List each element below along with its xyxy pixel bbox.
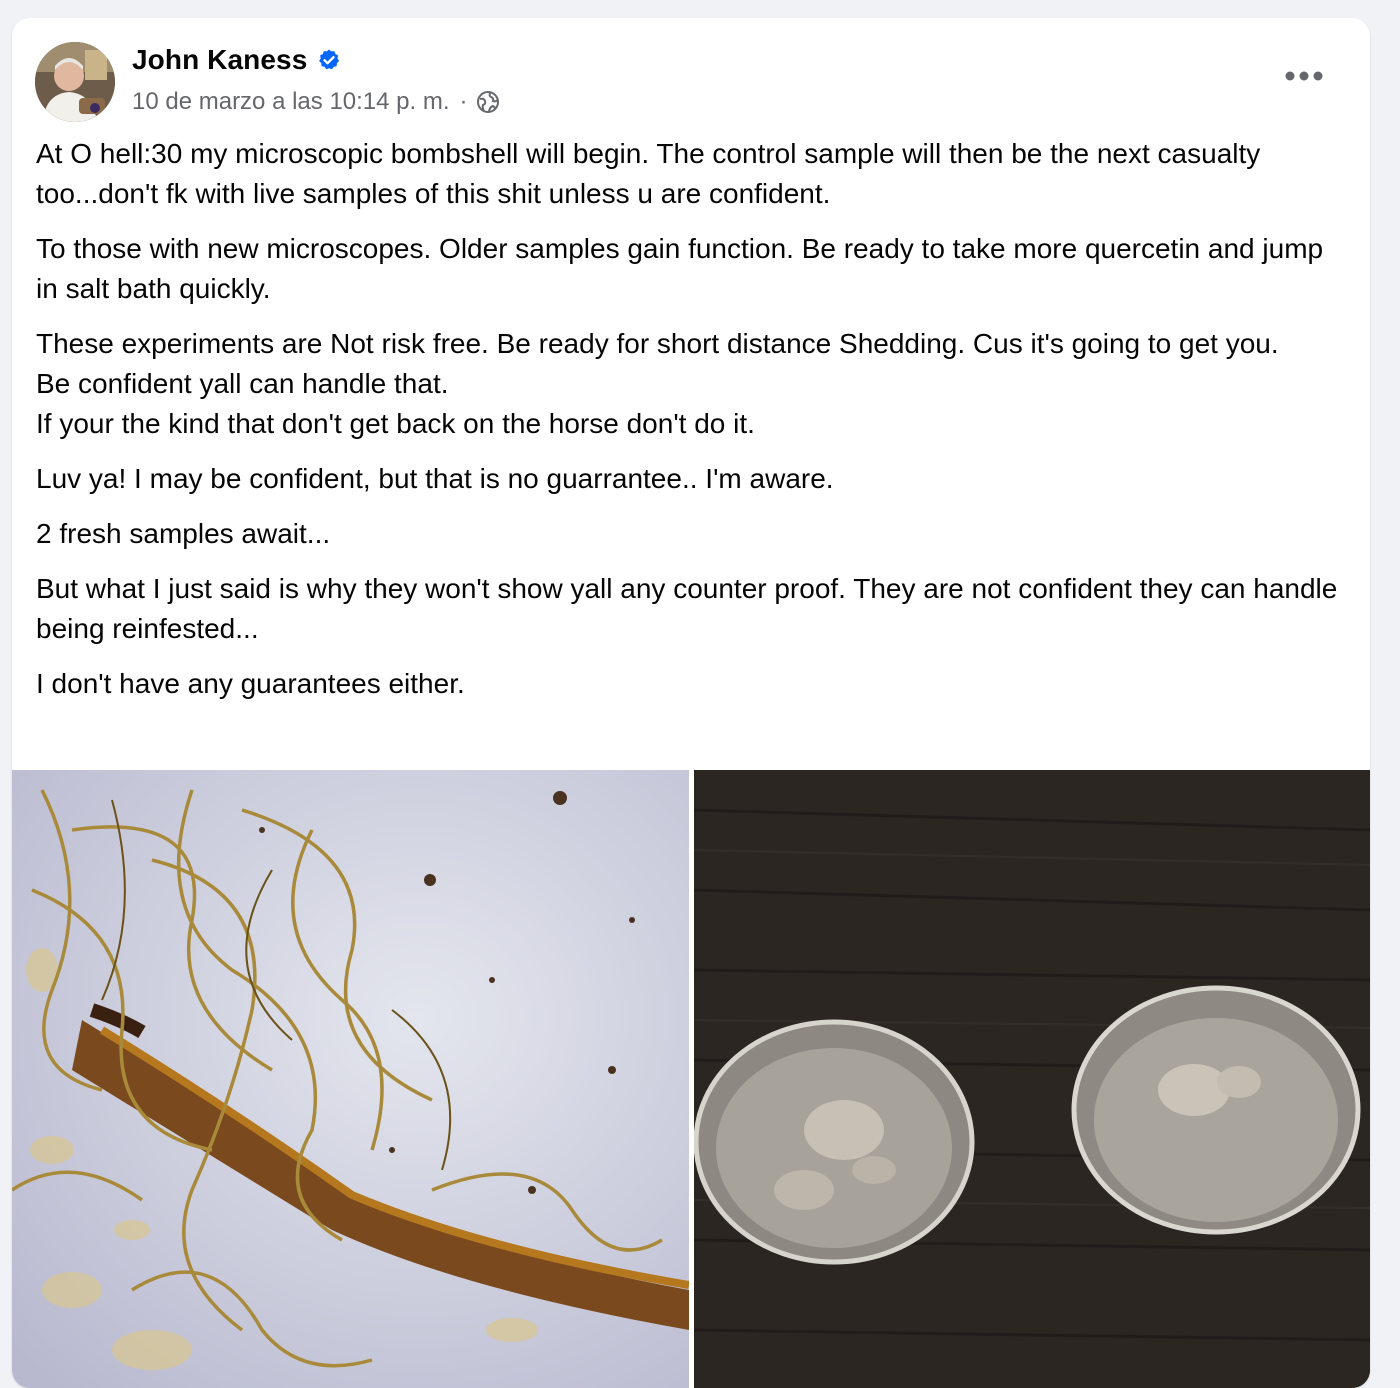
author-name[interactable]: John Kaness [132,44,307,76]
post-text: At O hell:30 my microscopic bombshell wi… [12,128,1370,704]
more-options-icon [1285,71,1323,81]
more-options-button[interactable] [1284,64,1324,88]
post-paragraph: These experiments are Not risk free. Be … [36,328,1279,439]
post-card: John Kaness 10 de marzo a las 10:14 p. m… [12,18,1370,1388]
post-meta: 10 de marzo a las 10:14 p. m. · [132,88,500,116]
post-paragraph: At O hell:30 my microscopic bombshell wi… [36,138,1261,209]
post-paragraph: Luv ya! I may be confident, but that is … [36,463,834,494]
author-row: John Kaness [132,44,341,76]
globe-icon[interactable] [476,90,500,114]
post-paragraph: I don't have any guarantees either. [36,668,465,699]
post-header: John Kaness 10 de marzo a las 10:14 p. m… [12,18,1370,128]
post-timestamp[interactable]: 10 de marzo a las 10:14 p. m. [132,88,450,116]
post-paragraph: To those with new microscopes. Older sam… [36,233,1324,304]
meta-separator: · [459,88,468,115]
microscope-fibers-photo[interactable] [12,770,689,1388]
avatar-image [35,42,115,122]
post-paragraph: 2 fresh samples await... [36,518,331,549]
petri-dishes-photo[interactable] [694,770,1370,1388]
verified-badge-icon [317,48,341,72]
post-photos [12,770,1370,1388]
post-paragraph: But what I just said is why they won't s… [36,573,1338,644]
author-avatar[interactable] [35,42,115,122]
